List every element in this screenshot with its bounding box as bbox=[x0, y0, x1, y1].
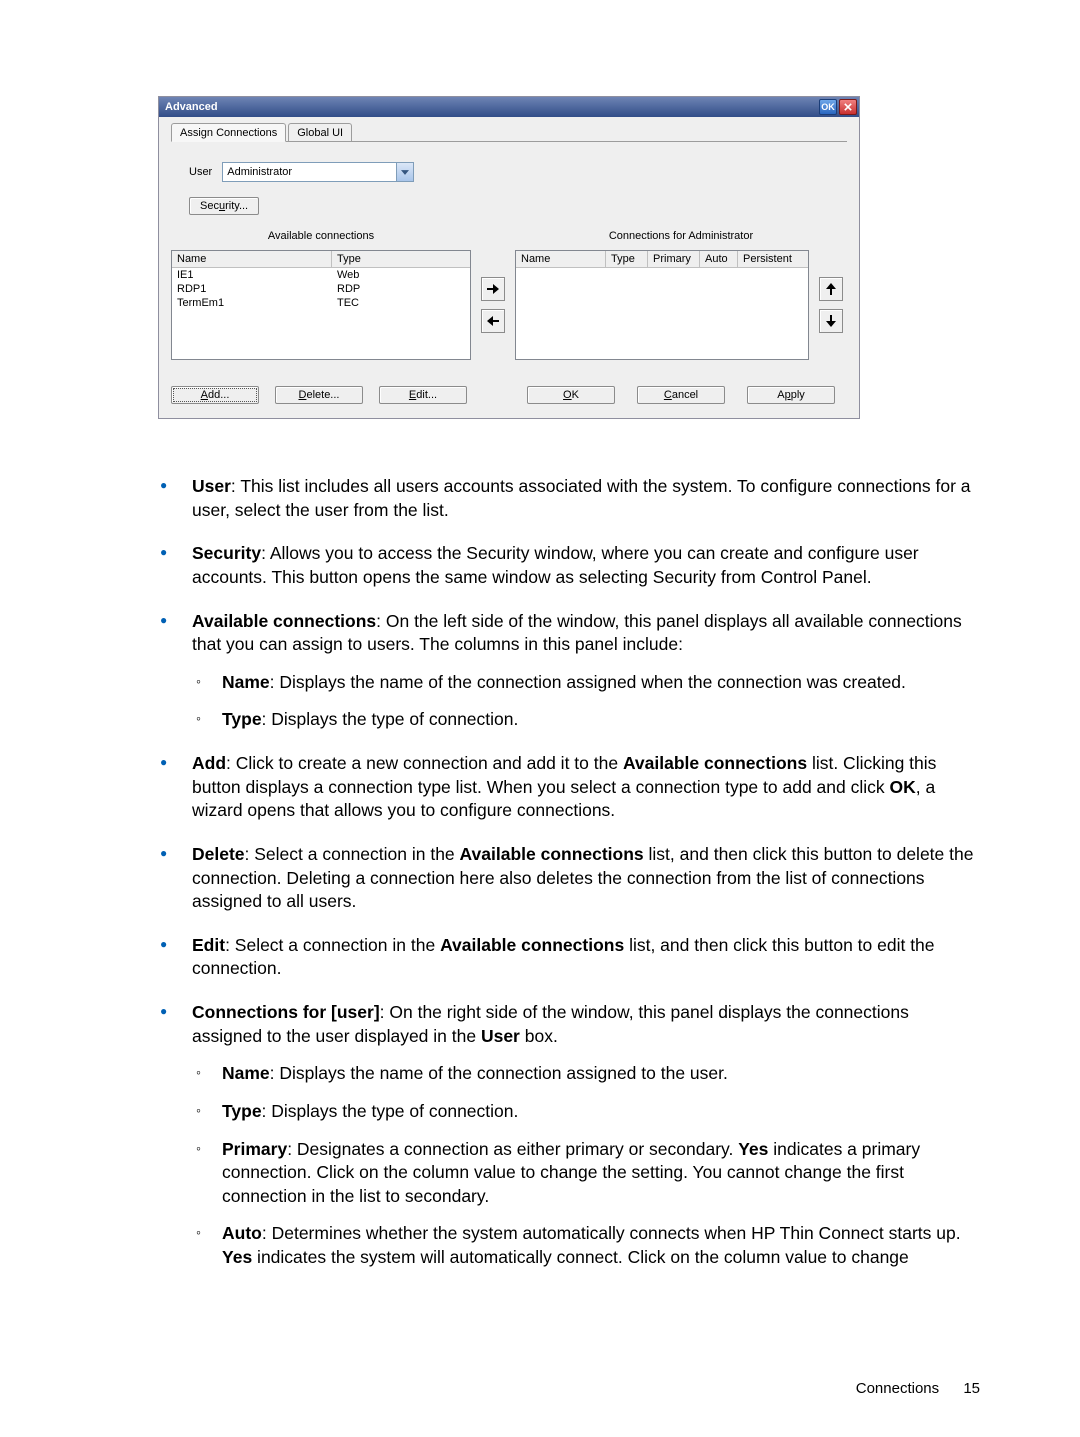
list-item: Type: Displays the type of connection. bbox=[192, 1100, 980, 1124]
move-down-button[interactable] bbox=[819, 309, 843, 333]
edit-button[interactable]: Edit... bbox=[379, 386, 467, 404]
available-connections-title: Available connections bbox=[171, 230, 471, 242]
titlebar: Advanced OK bbox=[159, 97, 859, 117]
advanced-dialog: Advanced OK Assign Connections Global UI… bbox=[158, 96, 860, 419]
list-item: Primary: Designates a connection as eith… bbox=[192, 1138, 980, 1209]
move-left-button[interactable] bbox=[481, 309, 505, 333]
list-item: Edit: Select a connection in the Availab… bbox=[158, 934, 980, 981]
list-item[interactable]: IE1 Web bbox=[172, 268, 470, 282]
list-item: Delete: Select a connection in the Avail… bbox=[158, 843, 980, 914]
add-button[interactable]: Add... bbox=[171, 386, 259, 404]
list-item: Connections for [user]: On the right sid… bbox=[158, 1001, 980, 1270]
assigned-connections-title: Connections for Administrator bbox=[515, 230, 847, 242]
col-auto[interactable]: Auto bbox=[700, 251, 738, 267]
chevron-down-icon[interactable] bbox=[396, 163, 413, 181]
delete-button[interactable]: Delete... bbox=[275, 386, 363, 404]
list-item: Add: Click to create a new connection an… bbox=[158, 752, 980, 823]
list-item: Available connections: On the left side … bbox=[158, 610, 980, 733]
list-item: Auto: Determines whether the system auto… bbox=[192, 1222, 980, 1269]
list-item[interactable]: TermEm1 TEC bbox=[172, 296, 470, 310]
security-button[interactable]: Security... bbox=[189, 197, 259, 215]
apply-button[interactable]: Apply bbox=[747, 386, 835, 404]
ok-button[interactable]: OK bbox=[527, 386, 615, 404]
assigned-connections-list[interactable]: Name Type Primary Auto Persistent bbox=[515, 250, 809, 360]
tab-assign-connections[interactable]: Assign Connections bbox=[171, 123, 286, 142]
list-item: User: This list includes all users accou… bbox=[158, 475, 980, 522]
user-label: User bbox=[189, 166, 212, 178]
col-primary[interactable]: Primary bbox=[648, 251, 700, 267]
tabstrip: Assign Connections Global UI bbox=[171, 119, 847, 142]
doc-body: User: This list includes all users accou… bbox=[158, 475, 980, 1270]
ok-titlebar-button[interactable]: OK bbox=[819, 99, 837, 115]
cancel-button[interactable]: Cancel bbox=[637, 386, 725, 404]
user-combobox-value: Administrator bbox=[223, 163, 396, 181]
list-item: Type: Displays the type of connection. bbox=[192, 708, 980, 732]
tab-global-ui[interactable]: Global UI bbox=[288, 123, 352, 141]
available-connections-list[interactable]: Name Type IE1 Web RDP1 RDP TermEm1 TEC bbox=[171, 250, 471, 360]
col-name[interactable]: Name bbox=[172, 251, 332, 267]
col-persistent[interactable]: Persistent bbox=[738, 251, 808, 267]
list-item: Security: Allows you to access the Secur… bbox=[158, 542, 980, 589]
close-icon[interactable] bbox=[839, 99, 857, 115]
move-up-button[interactable] bbox=[819, 277, 843, 301]
list-item[interactable]: RDP1 RDP bbox=[172, 282, 470, 296]
col-type[interactable]: Type bbox=[606, 251, 648, 267]
move-right-button[interactable] bbox=[481, 277, 505, 301]
window-title: Advanced bbox=[165, 101, 218, 113]
page-footer: Connections 15 bbox=[856, 1380, 980, 1397]
section-name: Connections bbox=[856, 1380, 939, 1397]
col-name[interactable]: Name bbox=[516, 251, 606, 267]
user-combobox[interactable]: Administrator bbox=[222, 162, 414, 182]
list-item: Name: Displays the name of the connectio… bbox=[192, 671, 980, 695]
list-item: Name: Displays the name of the connectio… bbox=[192, 1062, 980, 1086]
page-number: 15 bbox=[963, 1380, 980, 1397]
col-type[interactable]: Type bbox=[332, 251, 470, 267]
